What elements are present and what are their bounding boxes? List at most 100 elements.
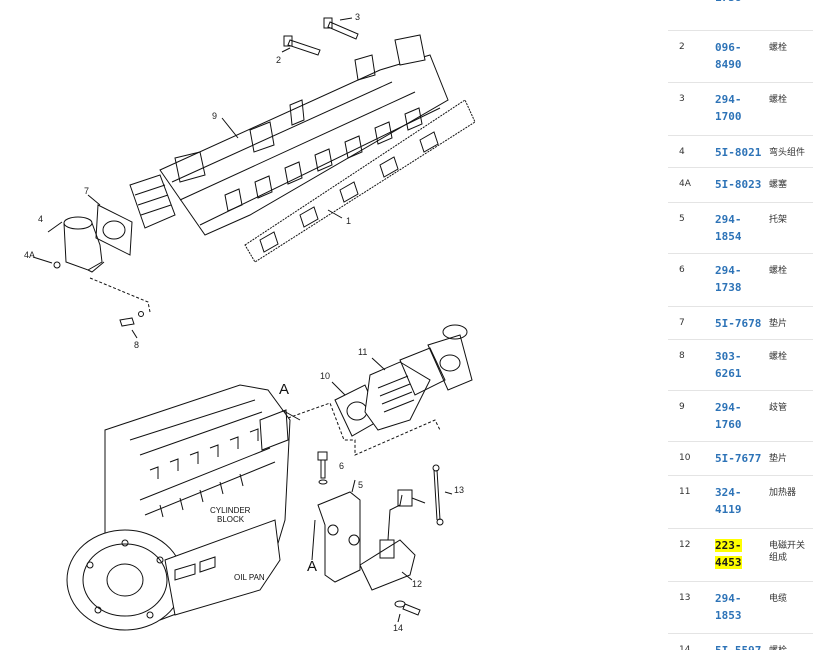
part-number-link[interactable]: 5I-5597 [704,642,769,650]
heater-assembly-drawing [287,324,473,623]
part-item-number: 5 [679,214,685,224]
part-description: 螺栓 [769,352,788,362]
part-number-line: 294- [715,213,742,226]
part-item-number: 11 [679,487,691,497]
part-number-line: 5I-8023 [715,178,762,191]
elbow-and-gasket-drawing [32,194,151,339]
bolt-drawings [281,17,359,56]
callout-11: 11 [358,347,367,357]
part-row[interactable]: 12 223- 4453 电磁开关组成 [668,529,813,582]
part-item-number: 14 [679,645,691,650]
part-number-line: 294- [715,592,742,605]
parts-list-panel: 1738 2 096- 8490 螺栓 3 294- 1700 螺栓 4 5I-8021 弯头组件 4A… [668,0,813,650]
part-row[interactable]: 9 294- 1760 歧管 [668,391,813,442]
part-item-number: 12 [679,540,691,550]
callout-9: 9 [212,111,217,121]
part-number-line: 4119 [715,503,742,516]
part-number-line: 5I-5597 [715,644,761,650]
part-number-link[interactable]: 294- 1760 [704,399,769,441]
part-item-number: 4A [679,179,691,189]
part-row[interactable]: 6 294- 1738 螺栓 [668,254,813,307]
callout-4a: 4A [24,250,35,260]
part-number-link[interactable]: 303- 6261 [704,348,769,390]
part-number-line: 1854 [715,230,742,243]
part-description: 托架 [769,215,788,225]
part-row[interactable]: 2 096- 8490 螺栓 [668,31,813,83]
part-number-link[interactable]: 223- 4453 [704,537,769,581]
part-number-line: 324- [715,486,742,499]
part-number-link[interactable]: 294- 1700 [704,91,769,135]
callout-8: 8 [134,340,139,350]
part-item-number: 10 [679,453,691,463]
part-row[interactable]: 1738 [668,0,813,31]
manifold-drawing [129,34,476,263]
part-number-link[interactable]: 5I-8021 [704,144,769,167]
callout-12: 12 [412,579,422,589]
part-description [769,0,813,30]
part-number-line: 294- [715,264,742,277]
part-description: 电缆 [769,594,788,604]
callout-6: 6 [339,461,344,471]
callout-2: 2 [276,55,281,65]
part-row[interactable]: 4 5I-8021 弯头组件 [668,136,813,168]
part-row[interactable]: 4A 5I-8023 螺塞 [668,168,813,203]
section-letter-a-bottom: A [307,558,317,575]
part-row[interactable]: 14 5I-5597 螺栓 [668,634,813,650]
part-description: 电磁开关组成 [769,541,806,563]
part-number-link[interactable]: 1738 [704,0,769,30]
part-number-link[interactable]: 5I-7678 [704,315,769,339]
part-number-link[interactable]: 5I-8023 [704,176,769,202]
part-number-line: 1700 [715,110,742,123]
part-row[interactable]: 5 294- 1854 托架 [668,203,813,254]
part-number-line: 6261 [715,367,742,380]
part-description: 弯头组件 [769,148,806,158]
part-number-line: 4453 [715,556,742,569]
part-row[interactable]: 13 294- 1853 电缆 [668,582,813,634]
part-description: 螺塞 [769,180,788,190]
callout-4: 4 [38,214,43,224]
part-item-number: 7 [679,318,685,328]
parts-diagram: 1 2 3 4 4A 5 6 7 8 9 10 11 12 13 14 A A … [0,0,668,650]
part-description: 螺栓 [769,266,788,276]
part-number-link[interactable]: 294- 1738 [704,262,769,306]
part-number-link[interactable]: 294- 1854 [704,211,769,253]
part-item-number: 9 [679,402,685,412]
part-row[interactable]: 8 303- 6261 螺栓 [668,340,813,391]
parts-table: 1738 2 096- 8490 螺栓 3 294- 1700 螺栓 4 5I-8021 弯头组件 4A… [668,0,813,650]
part-item-number: 8 [679,351,685,361]
part-description: 螺栓 [769,645,813,650]
part-number-line: 1738 [715,0,742,4]
part-number-line: 096- [715,41,742,54]
engine-block-drawing [66,384,301,631]
part-number-line: 5I-8021 [715,146,762,159]
part-number-line: 8490 [715,58,742,71]
callout-14: 14 [393,623,403,633]
callout-1: 1 [346,216,351,226]
exploded-view-drawing: 1 2 3 4 4A 5 6 7 8 9 10 11 12 13 14 A A … [24,12,476,633]
part-row[interactable]: 10 5I-7677 垫片 [668,442,813,476]
part-number-link[interactable]: 096- 8490 [704,39,769,82]
part-number-line: 223- [715,539,742,552]
part-row[interactable]: 11 324- 4119 加热器 [668,476,813,529]
part-item-number: 4 [679,147,685,157]
part-number-line: 5I-7677 [715,452,762,465]
part-number-link[interactable]: 5I-7677 [704,450,769,475]
part-row[interactable]: 3 294- 1700 螺栓 [668,83,813,136]
part-item-number: 2 [679,42,685,52]
part-number-link[interactable]: 324- 4119 [704,484,769,528]
part-number-link[interactable]: 294- 1853 [704,590,769,633]
part-number-line: 303- [715,350,742,363]
callout-5: 5 [358,480,363,490]
oil-pan-label: OIL PAN [234,573,265,582]
part-number-line: 294- [715,93,742,106]
part-description: 螺栓 [769,43,788,53]
part-number-line: 5I-7678 [715,317,762,330]
part-number-line: 1738 [715,281,742,294]
callout-13: 13 [454,485,464,495]
part-description: 螺栓 [769,95,788,105]
part-item-number: 6 [679,265,685,275]
part-description: 垫片 [769,454,788,464]
part-item-number: 13 [679,593,691,603]
part-row[interactable]: 7 5I-7678 垫片 [668,307,813,340]
section-letter-a-top: A [279,381,289,398]
